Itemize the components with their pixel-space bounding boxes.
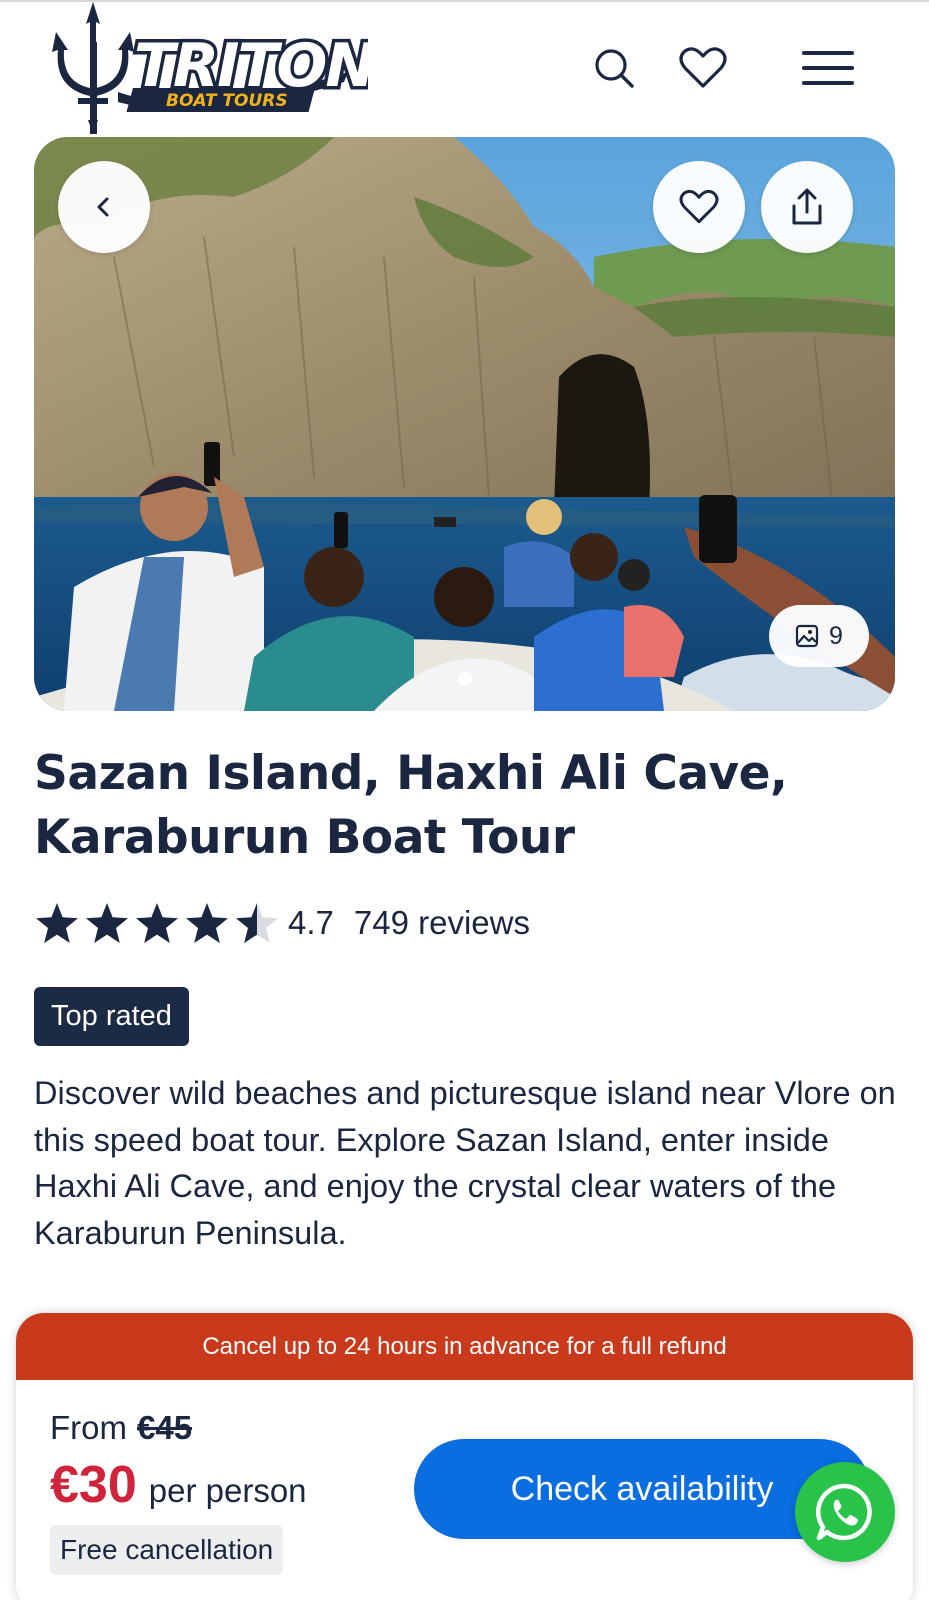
heart-icon (679, 189, 719, 224)
share-button[interactable] (761, 161, 853, 253)
carousel-dot[interactable] (457, 672, 472, 686)
star-full-icon (86, 903, 128, 943)
menu-icon (802, 51, 854, 85)
heart-icon (679, 47, 727, 88)
tour-photo-gallery[interactable]: 9 (34, 137, 895, 711)
booking-card: Cancel up to 24 hours in advance for a f… (16, 1313, 913, 1600)
rating-row[interactable]: 4.7 749 reviews (34, 898, 530, 948)
original-price: €45 (137, 1409, 193, 1446)
tour-title-line-2: Karaburun Boat Tour (34, 810, 575, 865)
star-full-icon (136, 903, 178, 943)
top-rated-badge: Top rated (34, 987, 189, 1046)
photo-count: 9 (829, 621, 843, 650)
image-icon (795, 624, 819, 648)
star-partial-icon (236, 903, 278, 943)
per-person-label: per person (148, 1472, 307, 1509)
carousel-indicator (34, 672, 895, 686)
search-icon (595, 49, 634, 88)
back-button[interactable] (58, 161, 150, 253)
star-full-icon (186, 903, 228, 943)
search-button[interactable] (586, 40, 642, 96)
wishlist-button[interactable] (675, 40, 731, 96)
chevron-left-icon (97, 197, 109, 217)
from-label: From (50, 1409, 127, 1446)
tour-title-line-1: Sazan Island, Haxhi Ali Cave, (34, 746, 788, 801)
site-header: TRITON BOAT TOURS (0, 2, 929, 134)
share-icon (792, 188, 822, 225)
reviews-link[interactable]: 749 reviews (354, 904, 530, 942)
whatsapp-icon (815, 1483, 872, 1541)
tour-title: Sazan Island, Haxhi Ali Cave, Karaburun … (34, 742, 894, 870)
current-price: €30 (50, 1456, 137, 1514)
logo-tagline: BOAT TOURS (166, 91, 288, 111)
whatsapp-button[interactable] (795, 1462, 895, 1562)
cancellation-notice: Cancel up to 24 hours in advance for a f… (16, 1313, 913, 1380)
triton-logo[interactable]: TRITON BOAT TOURS (48, 2, 380, 134)
rating-value: 4.7 (288, 904, 334, 941)
free-cancellation-tag: Free cancellation (50, 1525, 284, 1575)
menu-button[interactable] (800, 40, 856, 96)
star-rating (34, 901, 280, 945)
save-tour-button[interactable] (653, 161, 745, 253)
star-full-icon (36, 903, 78, 943)
from-price: From €45 (50, 1409, 192, 1447)
tour-description: Discover wild beaches and picturesque is… (34, 1075, 896, 1251)
price-row: €30 per person (50, 1455, 307, 1515)
photo-count-button[interactable]: 9 (769, 605, 869, 667)
